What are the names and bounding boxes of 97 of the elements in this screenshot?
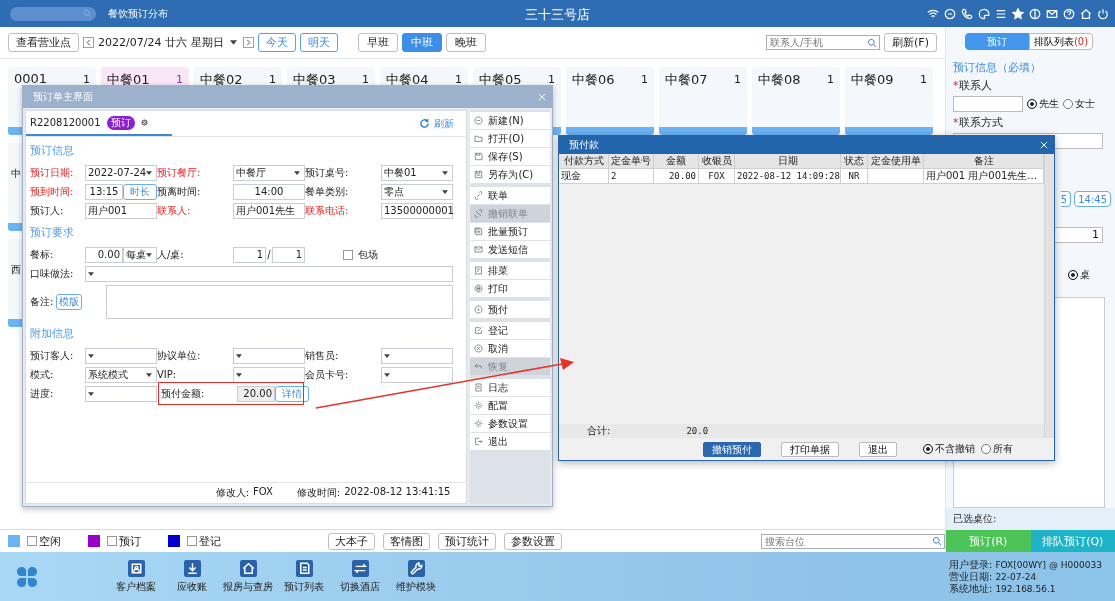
section-title: 预订信息（必填） [953,60,1042,75]
session-value: FOX[00WY] @ H000033 [995,558,1102,571]
table-name: 中餐02 [200,71,243,89]
field-label: VIP: [157,369,177,380]
session-label: 用户登录: [949,558,993,571]
table-name: 中餐07 [665,71,708,89]
session-value: 192.168.56.1 [995,582,1056,595]
field-label: 人/桌: [157,247,184,262]
section-title: 预订信息 [30,143,75,158]
field-label: 预订餐厅: [157,165,201,180]
lunar-date-text: 廿六 [165,35,188,50]
required-mark: * [953,116,959,129]
field-label: 销售员: [305,348,339,363]
status-badge: 预订 [106,115,135,130]
legend-label: 预订 [119,533,141,549]
field-label: 进度: [30,386,54,401]
table-name: 中餐04 [386,71,429,89]
radio-label: 女士 [1075,97,1095,111]
table-cell: NR [841,169,868,184]
weekday-text: 星期日 [191,35,225,50]
table-cell: 2 [609,169,654,184]
booking-count: 1 [83,73,90,86]
booking-count: 1 [827,73,834,88]
required-mark: * [953,79,959,92]
dialog-title: 预订单主界面 [33,90,93,104]
order-number: R2208120001 [30,117,101,128]
session-value: 22-07-24 [995,570,1037,583]
table-cell: 用户001 用户001先生... [924,169,1044,184]
checkbox-label: 包场 [358,247,378,262]
field-label: 预离时间: [157,184,201,199]
field-label: 协议单位: [157,348,201,363]
field-label: 会员卡号: [305,367,349,382]
legend-label: 空闲 [39,533,61,549]
app-subtitle: 餐饮预订分布 [108,6,168,21]
field-label: 预订人: [30,203,64,218]
table-name: 中餐09 [851,71,894,89]
total-value: 20.0 [686,426,709,436]
dock-label: 客户档案 [116,579,156,594]
field-label: 备注: [30,295,54,309]
separator-text: / [266,249,272,260]
table-cell: 2022-08-12 14:09:28 [735,169,841,184]
session-label: 系统地址: [949,582,993,595]
footer-label: 修改人: [215,486,249,500]
section-title: 附加信息 [30,326,75,341]
radio-label: 先生 [1039,97,1059,111]
booking-count: 1 [269,73,276,88]
dock-label: 预订列表 [284,579,324,594]
field-label: 联系人 [958,79,992,92]
field-label: 预订日期: [30,165,74,180]
field-label: 联系人: [157,203,191,218]
session-label: 营业日期: [949,570,993,583]
dock-label: 应收账 [177,579,207,594]
radio-label: 桌 [1080,268,1090,282]
radio-label: 所有 [993,442,1013,456]
dock-label: 维护模块 [396,579,436,594]
field-label: 联系方式 [958,116,1003,129]
dialog-title: 预付款 [569,138,599,152]
selected-tables-label: 已选桌位: [946,508,1115,530]
booking-count: 1 [362,73,369,88]
field-label: 餐标: [30,247,54,262]
footer-value: FOX [253,486,273,499]
booking-count: 1 [176,73,183,88]
table-name: 西 [11,263,21,277]
dock-label: 报房与查房 [223,579,273,594]
field-label: 预订桌号: [305,165,349,180]
table-cell: FOX [699,169,735,184]
table-name: 中餐06 [572,71,615,89]
booking-count: 1 [455,73,462,88]
section-title: 预订要求 [30,225,75,240]
field-label: 预到时间: [30,184,74,199]
window-title: 三十三号店 [525,6,590,24]
table-name: 中餐03 [293,71,336,89]
booking-count: 1 [641,73,648,88]
field-label: 口味做法: [30,266,74,281]
field-label: 预付金额: [161,386,205,401]
prepay-amount-field: 20.00 [237,385,275,402]
date-text: 2022/07/24 [98,36,162,49]
booking-count: 1 [734,73,741,88]
table-name: 0001 [14,71,48,86]
field-label: 联系电话: [305,203,349,218]
dock-label: 切换酒店 [340,579,380,594]
booking-count: 1 [920,73,927,88]
radio-label: 不含撤销 [935,442,975,456]
table-cell: 现金 [559,169,609,184]
table-name: 中 [11,167,21,181]
total-label: 合计: [587,424,611,438]
footer-value: 2022-08-12 13:41:15 [344,486,451,499]
table-name: 中餐08 [758,71,801,89]
legend-label: 登记 [199,533,221,549]
table-cell: 20.00 [654,169,699,184]
table-name: 中餐01 [107,71,150,89]
booking-count: 1 [548,73,555,88]
field-label: 餐单类别: [305,184,349,199]
field-label: 预订客人: [30,348,74,363]
footer-label: 修改时间: [296,486,341,500]
field-label: 模式: [30,367,54,382]
table-name: 中餐05 [479,71,522,89]
